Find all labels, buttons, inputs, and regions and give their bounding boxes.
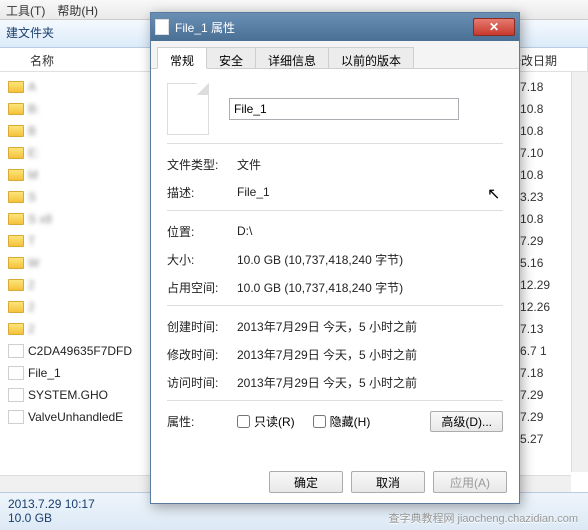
- folder-icon: [8, 169, 24, 181]
- folder-icon: [8, 235, 24, 247]
- file-icon: [8, 410, 24, 424]
- ok-button[interactable]: 确定: [269, 471, 343, 493]
- apply-button[interactable]: 应用(A): [433, 471, 507, 493]
- label-attributes: 属性:: [167, 413, 237, 430]
- label-description: 描述:: [167, 184, 237, 201]
- list-item[interactable]: T: [8, 230, 158, 252]
- label-modified: 修改时间:: [167, 346, 237, 363]
- label-size-on-disk: 占用空间:: [167, 279, 237, 296]
- list-item[interactable]: 2: [8, 318, 158, 340]
- folder-icon: [8, 301, 24, 313]
- file-name: S x8: [28, 212, 52, 226]
- value-size: 10.0 GB (10,737,418,240 字节): [237, 251, 403, 268]
- file-name: E:: [28, 146, 39, 160]
- folder-icon: [8, 125, 24, 137]
- list-item[interactable]: A: [8, 76, 158, 98]
- list-item[interactable]: ValveUnhandledE: [8, 406, 158, 428]
- separator: [167, 305, 503, 306]
- folder-icon: [8, 257, 24, 269]
- file-name: W: [28, 256, 39, 270]
- folder-icon: [8, 147, 24, 159]
- folder-icon: [8, 81, 24, 93]
- readonly-checkbox[interactable]: 只读(R): [237, 413, 295, 430]
- properties-dialog: File_1 属性 ✕ 常规 安全 详细信息 以前的版本 文件类型:文件 描述:…: [150, 12, 520, 504]
- dialog-title: File_1 属性: [175, 19, 473, 36]
- tab-security[interactable]: 安全: [206, 47, 256, 68]
- column-name[interactable]: 名称: [0, 48, 170, 71]
- file-name: B: [28, 124, 36, 138]
- label-location: 位置:: [167, 223, 237, 240]
- general-panel: 文件类型:文件 描述:File_1 位置:D:\ 大小:10.0 GB (10,…: [151, 69, 519, 465]
- file-name: T: [28, 234, 35, 248]
- value-modified: 2013年7月29日 今天，5 小时之前: [237, 346, 417, 363]
- value-type: 文件: [237, 156, 261, 173]
- value-size-on-disk: 10.0 GB (10,737,418,240 字节): [237, 279, 403, 296]
- filename-input[interactable]: [229, 98, 459, 120]
- list-item[interactable]: S x8: [8, 208, 158, 230]
- file-name: 2: [28, 322, 35, 336]
- folder-icon: [8, 103, 24, 115]
- file-name: 2: [28, 300, 35, 314]
- separator: [167, 210, 503, 211]
- list-item[interactable]: E:: [8, 142, 158, 164]
- folder-icon: [8, 213, 24, 225]
- file-large-icon: [167, 83, 209, 135]
- file-name: M: [28, 168, 38, 182]
- file-name: SYSTEM.GHO: [28, 388, 108, 402]
- advanced-button[interactable]: 高级(D)...: [430, 411, 503, 432]
- folder-icon: [8, 323, 24, 335]
- file-name: ValveUnhandledE: [28, 410, 123, 424]
- file-icon: [8, 366, 24, 380]
- label-type: 文件类型:: [167, 156, 237, 173]
- dialog-button-row: 确定 取消 应用(A): [269, 471, 507, 493]
- value-location: D:\: [237, 224, 252, 238]
- label-created: 创建时间:: [167, 318, 237, 335]
- value-description: File_1: [237, 185, 270, 199]
- list-item[interactable]: 2: [8, 274, 158, 296]
- separator: [167, 400, 503, 401]
- list-item[interactable]: B: [8, 120, 158, 142]
- value-created: 2013年7月29日 今天，5 小时之前: [237, 318, 417, 335]
- file-name: A: [28, 80, 36, 94]
- list-item[interactable]: W: [8, 252, 158, 274]
- list-item[interactable]: S: [8, 186, 158, 208]
- app-icon: [8, 344, 24, 358]
- tab-previous-versions[interactable]: 以前的版本: [328, 47, 414, 68]
- file-name: 2: [28, 278, 35, 292]
- list-item[interactable]: C2DA49635F7DFD: [8, 340, 158, 362]
- label-size: 大小:: [167, 251, 237, 268]
- tabstrip: 常规 安全 详细信息 以前的版本: [151, 41, 519, 69]
- label-accessed: 访问时间:: [167, 374, 237, 391]
- close-icon: ✕: [489, 20, 499, 34]
- title-file-icon: [155, 19, 169, 35]
- watermark: 查字典教程网 jiaocheng.chazidian.com: [388, 510, 578, 526]
- file-icon: [8, 388, 24, 402]
- file-name: File_1: [28, 366, 61, 380]
- file-name: C2DA49635F7DFD: [28, 344, 132, 358]
- tab-details[interactable]: 详细信息: [255, 47, 329, 68]
- titlebar[interactable]: File_1 属性 ✕: [151, 13, 519, 41]
- list-item[interactable]: SYSTEM.GHO: [8, 384, 158, 406]
- hidden-checkbox[interactable]: 隐藏(H): [313, 413, 371, 430]
- list-item[interactable]: 2: [8, 296, 158, 318]
- vertical-scrollbar[interactable]: [571, 72, 588, 472]
- list-item[interactable]: File_1: [8, 362, 158, 384]
- folder-icon: [8, 191, 24, 203]
- tab-general[interactable]: 常规: [157, 47, 207, 69]
- menu-tools[interactable]: 工具(T): [6, 2, 45, 17]
- menu-help[interactable]: 帮助(H): [57, 2, 98, 17]
- separator: [167, 143, 503, 144]
- file-list: A B: B E: MS S x8 TW 2 2 2 C2DA49635F7DFD File_1 SYS…: [8, 76, 158, 428]
- list-item[interactable]: B:: [8, 98, 158, 120]
- folder-icon: [8, 279, 24, 291]
- file-name: S: [28, 190, 36, 204]
- cancel-button[interactable]: 取消: [351, 471, 425, 493]
- list-item[interactable]: M: [8, 164, 158, 186]
- file-name: B:: [28, 102, 39, 116]
- value-accessed: 2013年7月29日 今天，5 小时之前: [237, 374, 417, 391]
- close-button[interactable]: ✕: [473, 18, 515, 36]
- new-folder-button[interactable]: 建文件夹: [6, 26, 54, 40]
